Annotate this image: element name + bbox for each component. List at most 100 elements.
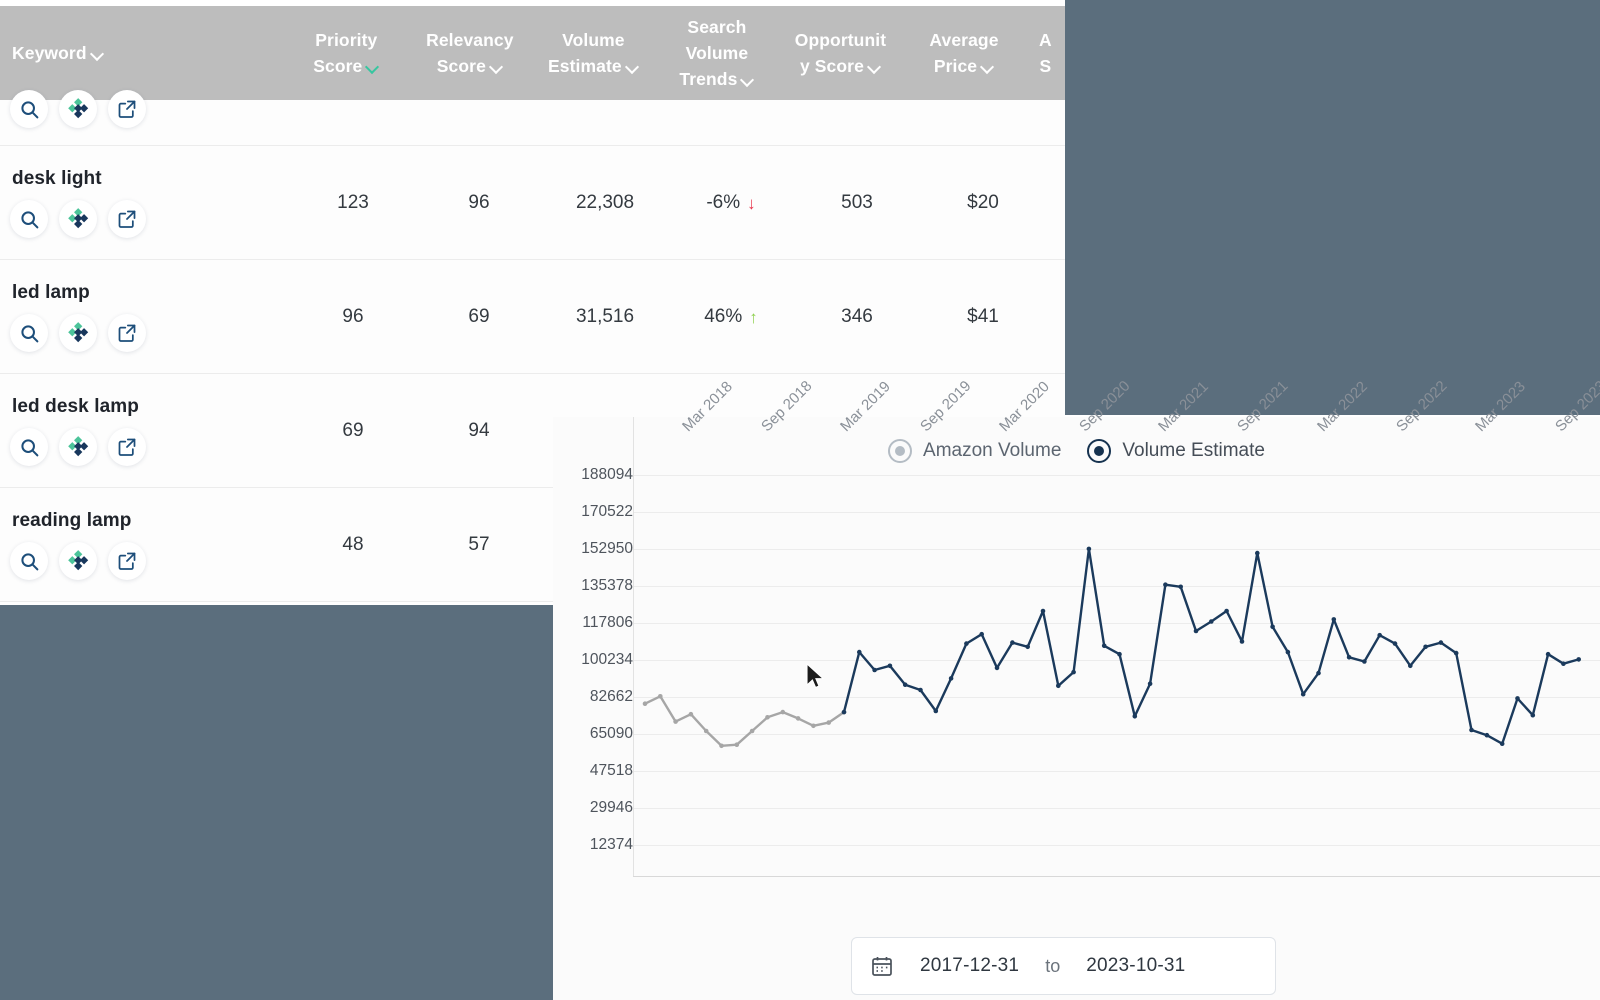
chart-data-point[interactable]: [1163, 582, 1168, 587]
chart-data-point[interactable]: [1545, 651, 1551, 657]
chart-data-point[interactable]: [703, 728, 709, 734]
column-header-volume-estimate[interactable]: Volume Estimate: [532, 27, 656, 79]
column-header-average-price[interactable]: Average Price: [902, 27, 1026, 79]
chevron-down-icon[interactable]: [92, 48, 104, 60]
chart-data-point[interactable]: [1178, 584, 1183, 590]
chart-data-point[interactable]: [841, 709, 847, 715]
column-header-opportunity-score[interactable]: Opportunit y Score: [779, 27, 903, 79]
cell-volume-estimate[interactable]: 22,308: [576, 192, 634, 213]
chart-data-point[interactable]: [1285, 649, 1291, 655]
column-header-relevancy-score[interactable]: Relevancy Score: [408, 27, 532, 79]
chevron-down-icon[interactable]: [742, 74, 754, 86]
external-link-icon[interactable]: [108, 428, 146, 466]
chart-data-point[interactable]: [1056, 683, 1061, 689]
column-header-keyword[interactable]: Keyword: [0, 40, 285, 66]
chart-data-point[interactable]: [1484, 732, 1490, 738]
chart-data-point[interactable]: [1270, 624, 1275, 630]
chart-data-point[interactable]: [872, 667, 877, 673]
external-link-icon[interactable]: [108, 200, 146, 238]
chart-data-point[interactable]: [1392, 641, 1398, 646]
diamond-grid-icon[interactable]: [59, 542, 97, 580]
chart-data-point[interactable]: [658, 694, 663, 699]
chart-data-point[interactable]: [1453, 650, 1459, 656]
chart-data-point[interactable]: [887, 663, 893, 669]
chart-data-point[interactable]: [1132, 714, 1138, 719]
chart-data-point[interactable]: [1025, 644, 1030, 650]
chart-data-point[interactable]: [1561, 661, 1566, 666]
chart-data-point[interactable]: [642, 701, 648, 706]
chart-data-point[interactable]: [1408, 663, 1413, 669]
chart-data-point[interactable]: [1530, 712, 1536, 718]
table-row[interactable]: [0, 90, 1065, 146]
chart-data-point[interactable]: [780, 709, 786, 715]
chart-data-point[interactable]: [719, 743, 724, 749]
chart-data-point[interactable]: [964, 641, 969, 646]
table-row[interactable]: led lamp 96 69 31,516 46% ↑ 346 $41: [0, 260, 1065, 374]
chart-data-point[interactable]: [688, 711, 694, 717]
chevron-down-icon-active[interactable]: [367, 61, 379, 73]
date-range-end[interactable]: 2023-10-31: [1086, 955, 1185, 977]
diamond-grid-icon[interactable]: [59, 200, 97, 238]
chart-data-point[interactable]: [979, 631, 984, 637]
table-row[interactable]: desk light 123 96 22,308 -6% ↓ 503 $20: [0, 146, 1065, 260]
chart-data-point[interactable]: [1040, 608, 1046, 614]
chart-data-point[interactable]: [1469, 727, 1474, 733]
chart-data-point[interactable]: [1331, 617, 1337, 622]
date-range-start[interactable]: 2017-12-31: [920, 955, 1019, 977]
external-link-icon[interactable]: [108, 90, 146, 128]
chart-data-point[interactable]: [1377, 632, 1382, 638]
column-header-priority-score[interactable]: Priority Score: [285, 27, 409, 79]
chart-data-point[interactable]: [857, 649, 862, 655]
chart-data-point[interactable]: [673, 719, 678, 724]
chart-data-point[interactable]: [1147, 681, 1153, 686]
chart-data-point[interactable]: [1300, 691, 1306, 697]
diamond-grid-icon[interactable]: [59, 428, 97, 466]
chevron-down-icon[interactable]: [982, 61, 994, 73]
diamond-grid-icon[interactable]: [59, 314, 97, 352]
chart-data-point[interactable]: [1316, 670, 1321, 676]
cell-volume-estimate[interactable]: 31,516: [576, 306, 634, 327]
chart-data-point[interactable]: [1576, 657, 1581, 662]
chart-data-point[interactable]: [1255, 550, 1260, 556]
chart-data-point[interactable]: [933, 708, 939, 714]
chart-data-point[interactable]: [1193, 628, 1199, 634]
chart-data-point[interactable]: [1423, 644, 1428, 650]
diamond-grid-icon[interactable]: [59, 90, 97, 128]
date-range-picker[interactable]: 2017-12-31 to 2023-10-31: [851, 937, 1276, 995]
chart-data-point[interactable]: [902, 682, 908, 687]
search-icon[interactable]: [10, 428, 48, 466]
chevron-down-icon[interactable]: [627, 61, 639, 73]
external-link-icon[interactable]: [108, 314, 146, 352]
column-header-average-sales-clipped[interactable]: A S: [1026, 27, 1065, 79]
chart-data-point[interactable]: [734, 742, 740, 747]
search-icon[interactable]: [10, 90, 48, 128]
chart-data-point[interactable]: [795, 716, 801, 721]
chevron-down-icon[interactable]: [869, 61, 881, 73]
chart-data-point[interactable]: [1101, 643, 1107, 649]
chart-data-point[interactable]: [1086, 546, 1092, 552]
chart-data-point[interactable]: [1010, 640, 1015, 645]
chart-data-point[interactable]: [1515, 696, 1520, 701]
chart-data-point[interactable]: [749, 728, 755, 734]
chart-data-point[interactable]: [1224, 608, 1229, 614]
chart-data-point[interactable]: [765, 715, 770, 720]
chart-data-point[interactable]: [948, 676, 954, 681]
search-icon[interactable]: [10, 314, 48, 352]
chevron-down-icon[interactable]: [491, 61, 503, 73]
search-icon[interactable]: [10, 200, 48, 238]
search-icon[interactable]: [10, 542, 48, 580]
column-header-search-volume-trends[interactable]: Search Volume Trends: [655, 14, 779, 92]
chart-data-point[interactable]: [1209, 619, 1214, 624]
chart-data-point[interactable]: [1346, 655, 1352, 660]
external-link-icon[interactable]: [108, 542, 146, 580]
chart-data-point[interactable]: [994, 665, 1000, 671]
chart-data-point[interactable]: [918, 687, 923, 693]
chart-data-point[interactable]: [826, 720, 831, 725]
chart-data-point[interactable]: [1117, 651, 1122, 657]
chart-data-point[interactable]: [811, 723, 816, 729]
chart-data-point[interactable]: [1438, 640, 1444, 645]
chart-data-point[interactable]: [1071, 669, 1076, 675]
chart-data-point[interactable]: [1499, 741, 1505, 746]
chart-data-point[interactable]: [1239, 639, 1245, 644]
chart-data-point[interactable]: [1362, 659, 1367, 664]
